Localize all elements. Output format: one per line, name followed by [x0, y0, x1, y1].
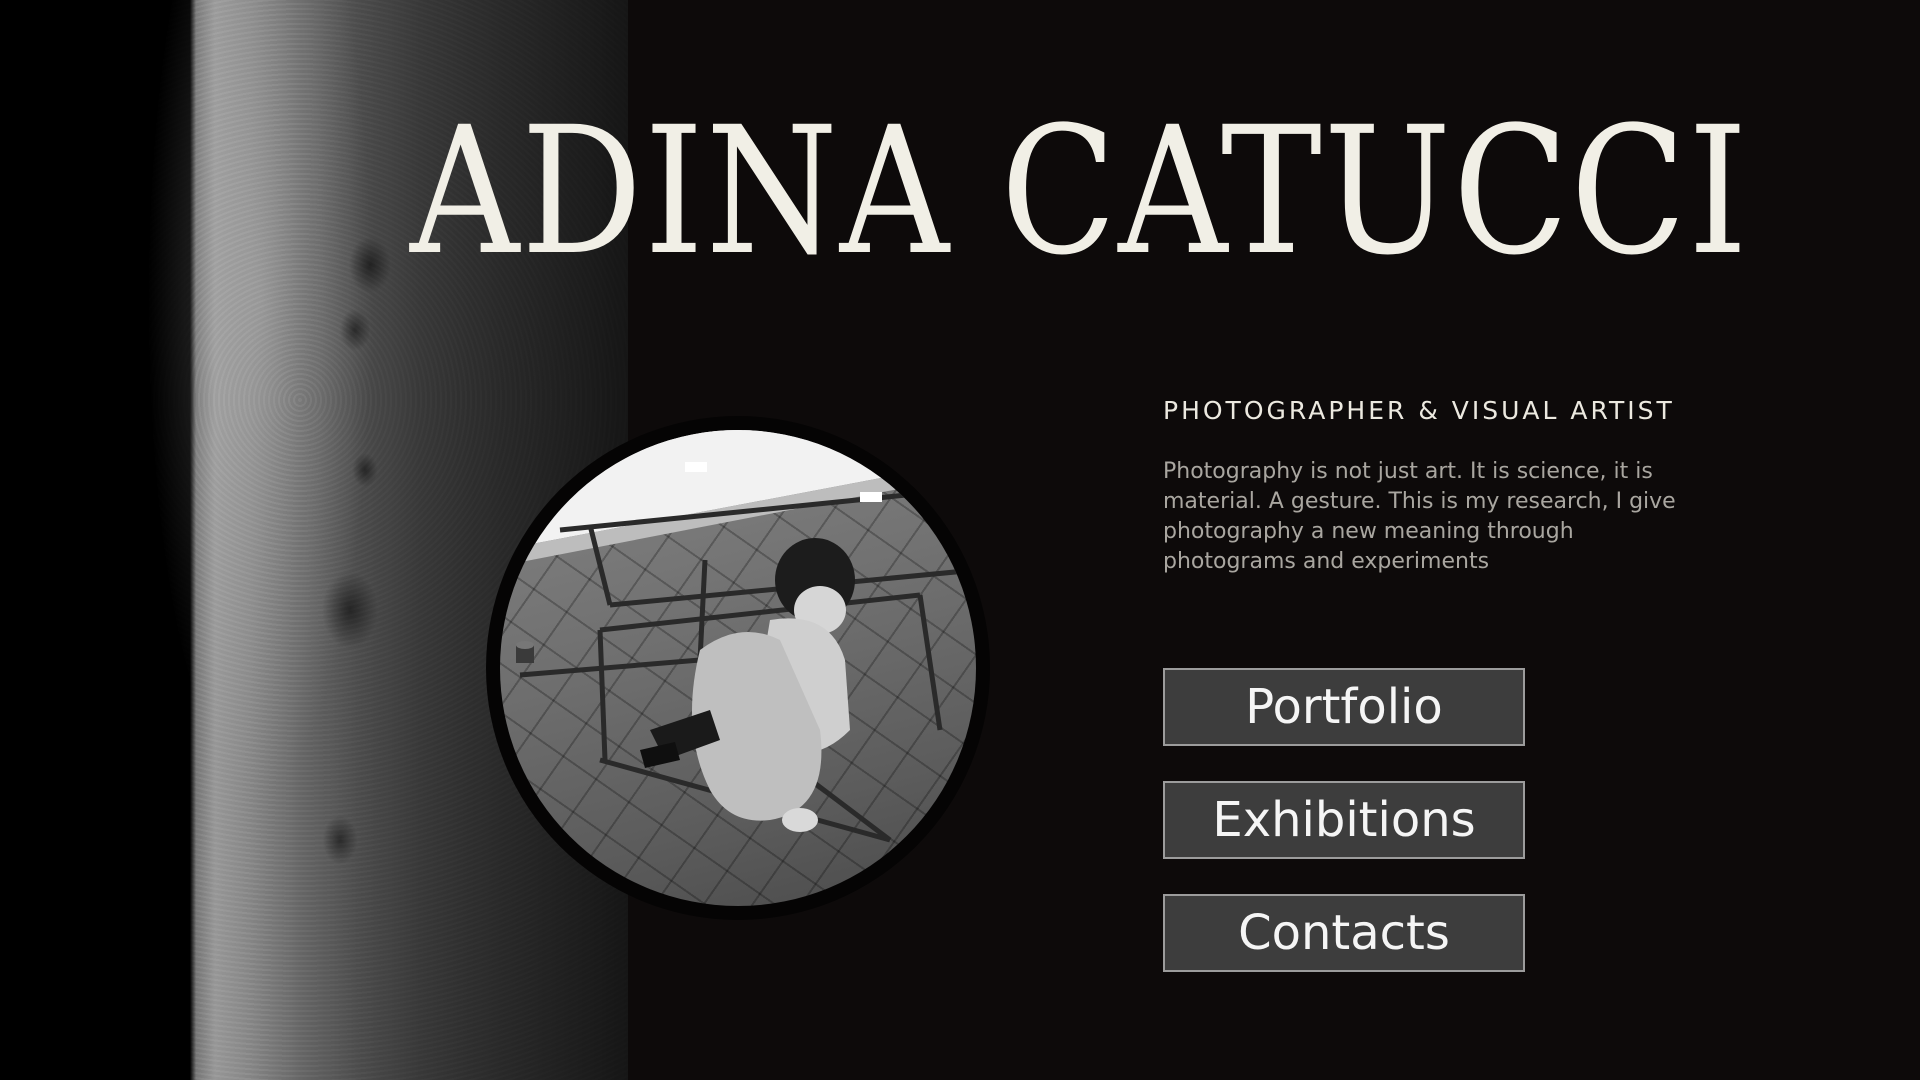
contacts-button[interactable]: Contacts [1163, 894, 1525, 972]
homepage: ADINA CATUCCI PHOTOGRAPHER & VISUAL ARTI… [0, 0, 1920, 1080]
artist-name-title: ADINA CATUCCI [410, 89, 1750, 294]
exhibitions-button[interactable]: Exhibitions [1163, 781, 1525, 859]
cup [516, 641, 534, 663]
ceiling-light [685, 462, 707, 472]
portrait-photo [500, 430, 976, 906]
artist-bio: Photography is not just art. It is scien… [1163, 459, 1676, 574]
artist-role: PHOTOGRAPHER & VISUAL ARTIST [1163, 396, 1675, 425]
portfolio-button[interactable]: Portfolio [1163, 668, 1525, 746]
main-navigation: Portfolio Exhibitions Contacts [1163, 668, 1525, 1007]
ceiling-light [860, 492, 882, 502]
portrait-illustration [500, 430, 976, 843]
wall-band [500, 430, 976, 550]
